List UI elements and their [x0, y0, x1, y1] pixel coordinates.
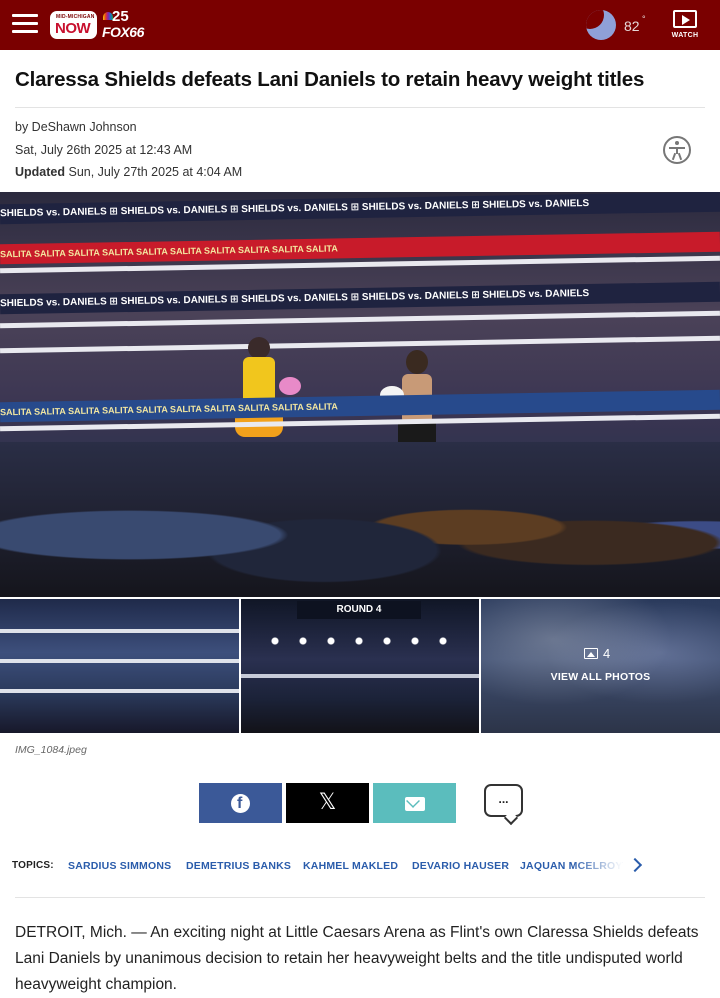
topics-label: TOPICS: — [12, 860, 54, 871]
topic-link[interactable]: SARDIUS SIMMONS — [68, 860, 171, 872]
topic-link[interactable]: DEMETRIUS BANKS — [186, 860, 291, 872]
now-logo: MID-MICHIGAN NOW — [50, 11, 97, 39]
ring-rope — [0, 310, 720, 329]
fox-logo: 25 FOX66 — [102, 8, 144, 41]
accessibility-head — [675, 141, 679, 145]
view-all-photos-label: VIEW ALL PHOTOS — [550, 671, 651, 683]
menu-line — [12, 14, 38, 17]
share-x-button[interactable]: 𝕏 — [286, 783, 369, 823]
fighter-head — [248, 337, 270, 359]
accessibility-leg — [677, 152, 683, 161]
divider — [15, 897, 705, 898]
topic-link[interactable]: KAHMEL MAKLED — [303, 860, 398, 872]
watch-button[interactable]: WATCH — [668, 10, 702, 42]
image-icon — [584, 648, 598, 659]
temperature: 82 — [624, 18, 640, 34]
main-photo[interactable]: SHIELDS vs. DANIELS ⊞ SHIELDS vs. DANIEL… — [0, 192, 720, 597]
published-date: Sat, July 26th 2025 at 12:43 AM — [15, 143, 193, 157]
chevron-right-icon[interactable] — [627, 857, 643, 873]
arena-banner: SHIELDS vs. DANIELS ⊞ SHIELDS vs. DANIEL… — [0, 192, 720, 225]
ring-rope — [0, 689, 239, 693]
gallery-thumb-2[interactable]: ROUND 4 — [241, 599, 479, 733]
comments-button[interactable]: ... — [484, 784, 523, 817]
topic-link[interactable]: DEVARIO HAUSER — [412, 860, 509, 872]
blurred-photo — [481, 599, 720, 733]
menu-line — [12, 22, 38, 25]
topics-fade — [572, 857, 622, 877]
ring-rope — [241, 674, 479, 678]
fighter-head — [406, 350, 428, 374]
logo-now-text: NOW — [55, 20, 91, 37]
photo-count: 4 — [603, 646, 611, 661]
play-icon — [673, 10, 697, 28]
site-logo[interactable]: MID-MICHIGAN NOW 25 FOX66 — [50, 8, 144, 41]
arena-lights — [261, 631, 461, 651]
round-sign: ROUND 4 — [297, 601, 421, 619]
ring-rope — [0, 659, 239, 663]
menu-line — [12, 30, 38, 33]
boxing-glove — [279, 377, 301, 395]
logo-fox-text: FOX66 — [102, 24, 144, 40]
ring-rope — [0, 629, 239, 633]
ring-rope — [0, 335, 720, 354]
page-title: Claressa Shields defeats Lani Daniels to… — [15, 68, 645, 91]
x-icon: 𝕏 — [318, 790, 337, 815]
photo-caption: IMG_1084.jpeg — [15, 744, 87, 756]
gallery-thumb-1[interactable] — [0, 599, 239, 733]
facebook-icon — [231, 794, 250, 813]
view-all-photos[interactable]: 4 VIEW ALL PHOTOS — [481, 599, 720, 733]
top-bar: MID-MICHIGAN NOW 25 FOX66 82 ° WATCH — [0, 0, 720, 50]
updated-date: Updated Sun, July 27th 2025 at 4:04 AM — [15, 165, 242, 179]
updated-label: Updated — [15, 165, 65, 179]
topics-bar: TOPICS: SARDIUS SIMMONS DEMETRIUS BANKS … — [12, 857, 720, 877]
share-facebook-button[interactable] — [199, 783, 282, 823]
divider — [15, 107, 705, 108]
moon-icon — [586, 10, 616, 40]
article-paragraph: DETROIT, Mich. — An exciting night at Li… — [15, 924, 699, 993]
crowd — [0, 442, 720, 597]
mail-icon — [405, 797, 425, 811]
share-email-button[interactable] — [373, 783, 456, 823]
accessibility-icon[interactable] — [663, 136, 691, 164]
logo-channel: 25 — [112, 8, 129, 25]
byline: by DeShawn Johnson — [15, 120, 137, 134]
watch-label: WATCH — [671, 32, 699, 39]
weather-widget[interactable]: 82 ° — [584, 9, 650, 41]
menu-icon[interactable] — [12, 14, 38, 34]
arena-banner: SHIELDS vs. DANIELS ⊞ SHIELDS vs. DANIEL… — [0, 281, 720, 315]
accessibility-leg — [671, 152, 677, 161]
updated-value: Sun, July 27th 2025 at 4:04 AM — [68, 165, 243, 179]
degree-symbol: ° — [642, 14, 646, 24]
